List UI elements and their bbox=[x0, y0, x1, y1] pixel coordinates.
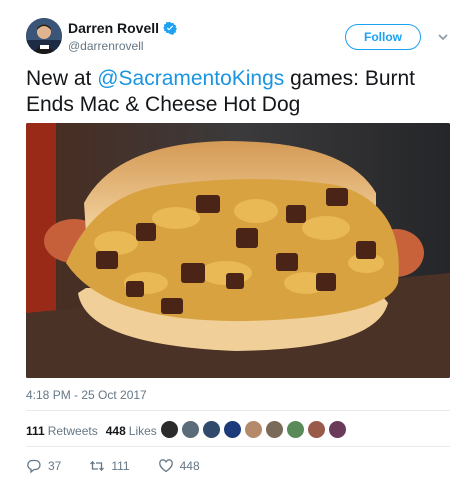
avatar[interactable] bbox=[181, 420, 200, 439]
tweet-text-prefix: New at bbox=[26, 67, 98, 90]
chevron-down-icon[interactable] bbox=[436, 30, 450, 44]
reply-icon bbox=[27, 459, 41, 474]
divider bbox=[26, 410, 450, 411]
retweets-count: 111 bbox=[26, 424, 45, 438]
avatar[interactable] bbox=[265, 420, 284, 439]
likes-stat[interactable]: 448 Likes bbox=[106, 424, 157, 438]
avatar[interactable] bbox=[328, 420, 347, 439]
tweet-card: Darren Rovell @darrenrovell Follow New a… bbox=[0, 0, 474, 486]
retweets-stat[interactable]: 111 Retweets bbox=[26, 424, 98, 438]
avatar[interactable] bbox=[307, 420, 326, 439]
tweet-actions: 37 111 448 bbox=[26, 458, 228, 474]
reply-count: 37 bbox=[48, 459, 62, 473]
retweet-count: 111 bbox=[111, 459, 130, 473]
retweet-button[interactable]: 111 bbox=[89, 458, 130, 474]
tweet-photo[interactable] bbox=[26, 123, 450, 378]
divider bbox=[26, 446, 450, 447]
avatar[interactable] bbox=[223, 420, 242, 439]
like-button[interactable]: 448 bbox=[158, 458, 200, 474]
follow-button[interactable]: Follow bbox=[345, 24, 421, 50]
author-name[interactable]: Darren Rovell bbox=[68, 20, 159, 36]
avatar[interactable] bbox=[244, 420, 263, 439]
tweet-timestamp[interactable]: 4:18 PM - 25 Oct 2017 bbox=[26, 388, 147, 402]
reply-button[interactable]: 37 bbox=[26, 458, 61, 474]
avatar[interactable] bbox=[202, 420, 221, 439]
tweet-text: New at @SacramentoKings games: Burnt End… bbox=[26, 66, 456, 118]
heart-icon bbox=[158, 459, 173, 473]
retweet-icon bbox=[90, 460, 105, 472]
avatar[interactable] bbox=[26, 18, 62, 54]
retweets-label: Retweets bbox=[47, 424, 98, 438]
like-count: 448 bbox=[179, 459, 200, 473]
mention-link[interactable]: @SacramentoKings bbox=[97, 67, 284, 90]
likes-count: 448 bbox=[105, 424, 126, 438]
author-block[interactable]: Darren Rovell @darrenrovell bbox=[68, 20, 177, 53]
author-handle[interactable]: @darrenrovell bbox=[68, 39, 177, 53]
verified-badge-icon bbox=[163, 21, 177, 35]
avatar[interactable] bbox=[286, 420, 305, 439]
likers-avatars bbox=[160, 420, 347, 439]
engagement-stats: 111 Retweets 448 Likes bbox=[26, 424, 157, 438]
likes-label: Likes bbox=[128, 424, 157, 438]
avatar[interactable] bbox=[160, 420, 179, 439]
